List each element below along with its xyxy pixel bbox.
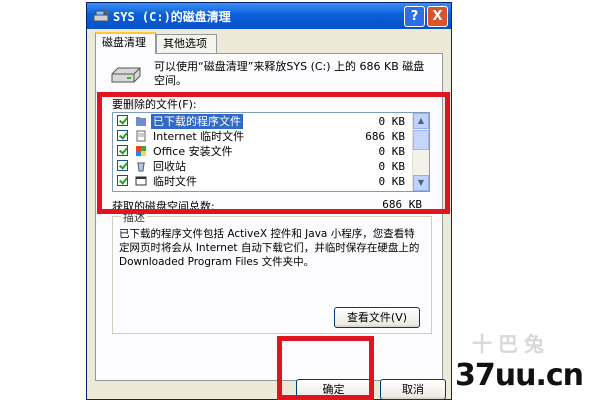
hard-drive-icon [111,67,141,83]
tab-more-options[interactable]: 其他选项 [156,34,217,53]
window-title: SYS (C:)的磁盘清理 [113,10,231,24]
highlight-box-file-list [97,92,450,214]
tab-disk-cleanup[interactable]: 磁盘清理 [95,32,156,54]
help-button[interactable]: ? [404,6,425,27]
view-files-button[interactable]: 查看文件(V) [334,307,420,328]
disk-cleanup-icon [93,9,109,22]
title-bar[interactable]: SYS (C:)的磁盘清理 ? X [87,3,451,29]
intro-text: 可以使用“磁盘清理”来释放SYS (C:) 上的 686 KB 磁盘空间。 [154,60,425,87]
cancel-button[interactable]: 取消 [380,379,446,400]
watermark-site: 37uu.cn [455,358,584,393]
description-text: 已下载的程序文件包括 ActiveX 控件和 Java 小程序，您查看特定网页时… [119,228,420,268]
watermark-logo: 十巴兔 [472,332,550,356]
close-button[interactable]: X [427,6,448,27]
highlight-box-ok-button [277,336,374,400]
